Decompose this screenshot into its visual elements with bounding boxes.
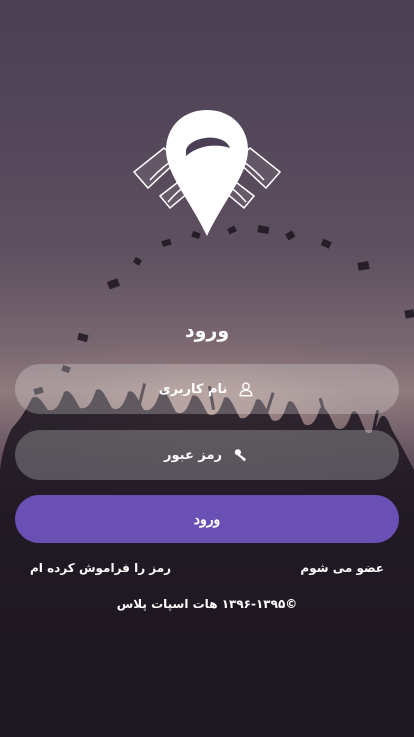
page-title: ورود xyxy=(184,320,230,342)
username-placeholder: نام کاربری xyxy=(158,381,228,397)
copyright-text: ©۱۳۹۶-۱۳۹۵ هات اسپات پلاس xyxy=(116,597,298,611)
login-button[interactable]: ورود xyxy=(15,495,399,543)
password-field[interactable]: رمز عبور xyxy=(15,430,399,480)
user-icon xyxy=(237,380,255,398)
wifi-location-pin-logo-icon xyxy=(132,110,282,236)
forgot-password-link[interactable]: رمز را فراموش کرده ام xyxy=(30,561,171,575)
key-icon xyxy=(232,446,250,464)
password-placeholder: رمز عبور xyxy=(164,447,222,463)
username-field[interactable]: نام کاربری xyxy=(15,364,399,414)
login-screen: ورود نام کاربری رمز عبور ورود رمز را فرا… xyxy=(0,0,414,737)
signup-link[interactable]: عضو می شوم xyxy=(300,561,384,575)
